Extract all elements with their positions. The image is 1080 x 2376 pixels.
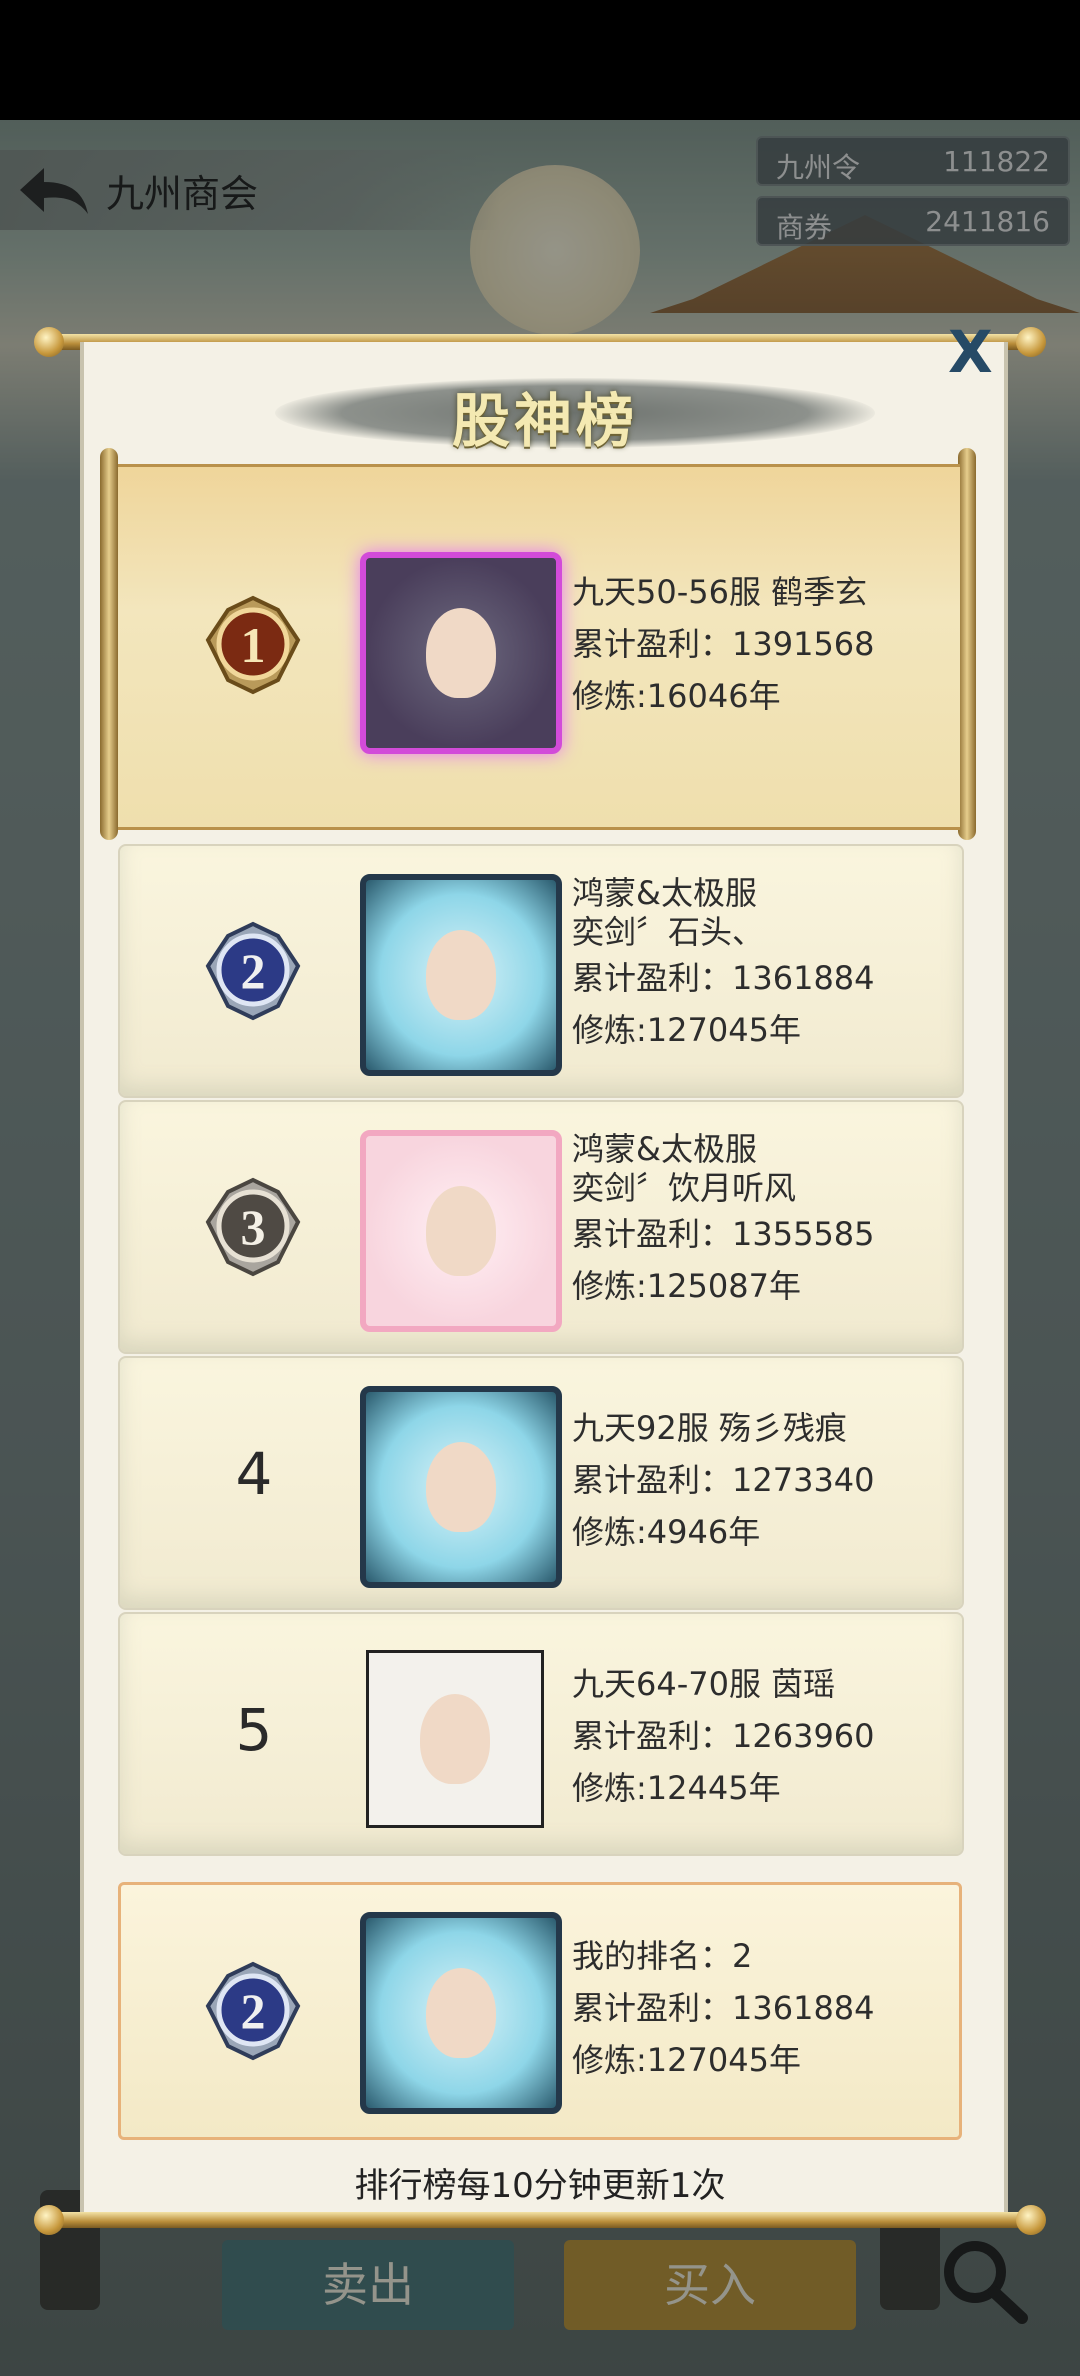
dialog-title-wrap: 股神榜 <box>275 370 875 455</box>
dialog-title: 股神榜 <box>451 387 638 455</box>
player-server: 九天92服 殇彡残痕 <box>572 1409 847 1447</box>
rank-3-medal-icon: 3 <box>205 1177 301 1277</box>
player-profit: 累计盈利：1273340 <box>572 1461 875 1499</box>
player-cultivation: 修炼:12445年 <box>572 1769 781 1807</box>
my-rank-label: 我的排名：2 <box>572 1937 753 1975</box>
my-profit: 累计盈利：1361884 <box>572 1989 875 2027</box>
player-profit: 累计盈利：1355585 <box>572 1215 875 1253</box>
rank-5-info: 九天64-70服 茵瑶 累计盈利：1263960 修炼:12445年 <box>572 1658 875 1814</box>
avatar-rank-2[interactable] <box>360 874 562 1076</box>
rod-knob <box>34 327 64 357</box>
avatar-face <box>426 1968 496 2058</box>
player-server: 九天50-56服 鹤季玄 <box>572 573 868 611</box>
scroll-post-left <box>100 448 118 840</box>
player-cultivation: 修炼:127045年 <box>572 1011 801 1049</box>
avatar-face <box>420 1694 490 1784</box>
close-button[interactable]: X <box>948 323 1000 381</box>
avatar-rank-4[interactable] <box>360 1386 562 1588</box>
my-cultivation: 修炼:127045年 <box>572 2041 801 2079</box>
rod-knob <box>1016 2205 1046 2235</box>
svg-text:3: 3 <box>241 1199 266 1255</box>
update-note: 排行榜每10分钟更新1次 <box>354 2166 726 2206</box>
rank-1-info: 九天50-56服 鹤季玄 累计盈利：1391568 修炼:16046年 <box>572 566 875 722</box>
player-name: 奕剑〞饮月听风 <box>572 1169 797 1207</box>
player-server: 鸿蒙&太极服 <box>572 874 757 912</box>
scroll-rod-bottom <box>44 2212 1034 2228</box>
rank-2-medal-icon: 2 <box>205 921 301 1021</box>
player-profit: 累计盈利：1361884 <box>572 959 875 997</box>
avatar-rank-1[interactable] <box>360 552 562 754</box>
my-rank-medal-icon: 2 <box>205 1961 301 2061</box>
player-cultivation: 修炼:4946年 <box>572 1513 761 1551</box>
svg-text:2: 2 <box>241 943 266 999</box>
rank-1-medal-icon: 1 <box>205 595 301 695</box>
player-server: 鸿蒙&太极服 <box>572 1130 757 1168</box>
avatar-face <box>426 608 496 698</box>
player-profit: 累计盈利：1263960 <box>572 1717 875 1755</box>
player-profit: 累计盈利：1391568 <box>572 625 875 663</box>
avatar-face <box>426 1186 496 1276</box>
rod-knob <box>1016 327 1046 357</box>
my-avatar[interactable] <box>360 1912 562 2114</box>
avatar-face <box>426 1442 496 1532</box>
rank-2-info: 鸿蒙&太极服 奕剑〞石头、 累计盈利：1361884 修炼:127045年 <box>572 874 875 1056</box>
player-name: 奕剑〞石头、 <box>572 913 765 951</box>
rank-3-info: 鸿蒙&太极服 奕剑〞饮月听风 累计盈利：1355585 修炼:125087年 <box>572 1130 875 1312</box>
my-rank-number: 2 <box>241 1983 266 2039</box>
rank-number: 4 <box>235 1440 273 1508</box>
rank-number: 5 <box>235 1696 273 1764</box>
rod-knob <box>34 2205 64 2235</box>
player-cultivation: 修炼:16046年 <box>572 677 781 715</box>
my-rank-info: 我的排名：2 累计盈利：1361884 修炼:127045年 <box>572 1930 875 2086</box>
player-cultivation: 修炼:125087年 <box>572 1267 801 1305</box>
avatar-face <box>426 930 496 1020</box>
player-server: 九天64-70服 茵瑶 <box>572 1665 836 1703</box>
svg-text:1: 1 <box>241 617 266 673</box>
scroll-post-right <box>958 448 976 840</box>
avatar-rank-3[interactable] <box>360 1130 562 1332</box>
avatar-rank-5[interactable] <box>366 1650 544 1828</box>
rank-4-info: 九天92服 殇彡残痕 累计盈利：1273340 修炼:4946年 <box>572 1402 875 1558</box>
